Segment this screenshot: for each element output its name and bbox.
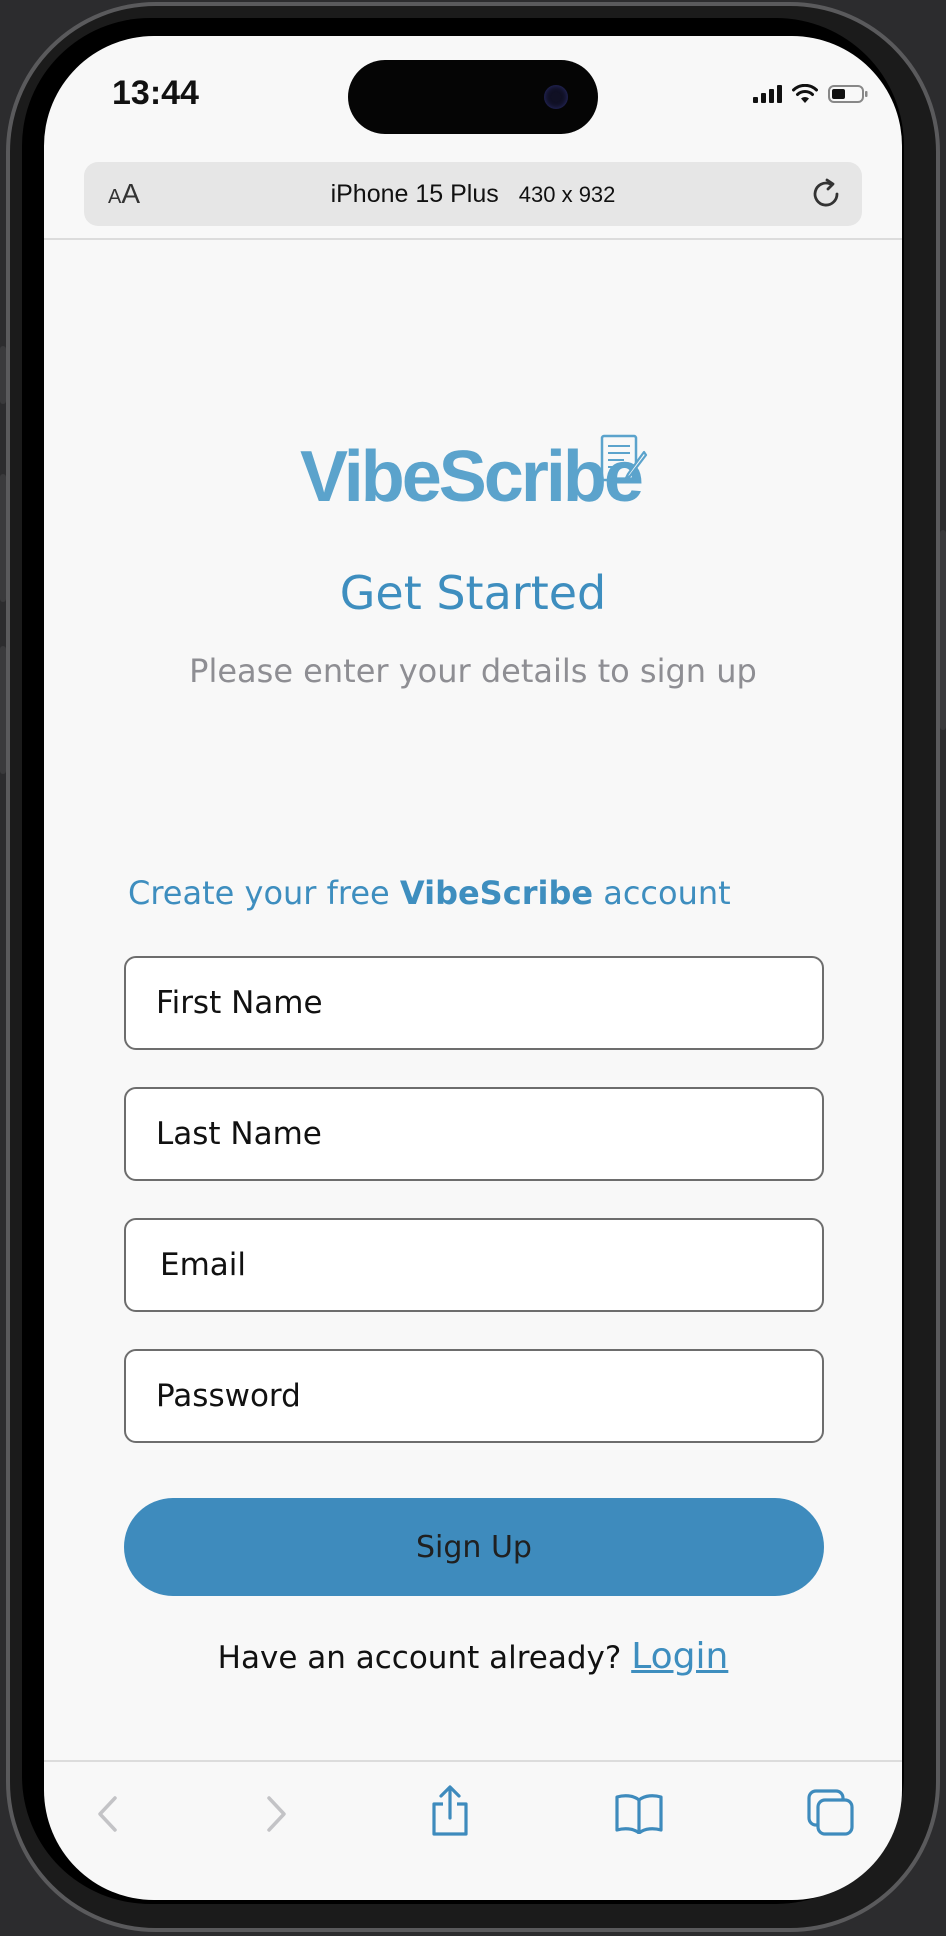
form-heading-brand: VibeScribe	[399, 874, 594, 912]
page-title: Get Started	[339, 566, 607, 620]
device-dimensions: 430 x 932	[518, 182, 616, 207]
volume-down-button	[0, 646, 6, 774]
cellular-signal-icon	[753, 85, 782, 103]
device-name: iPhone 15 Plus	[330, 180, 499, 208]
page-url-label: iPhone 15 Plus 430 x 932	[84, 180, 862, 209]
first-name-field[interactable]	[124, 956, 824, 1050]
screen: 13:44 AA iPhone 15 Plus 430 x 932 VibeSc…	[44, 36, 902, 1900]
email-field[interactable]	[124, 1218, 824, 1312]
battery-icon	[828, 85, 868, 103]
share-icon[interactable]	[428, 1784, 472, 1838]
status-icons	[753, 84, 868, 104]
toolbar-divider	[44, 1760, 902, 1762]
bookmarks-icon[interactable]	[614, 1790, 664, 1834]
password-field[interactable]	[124, 1349, 824, 1443]
login-prompt: Have an account already? Login	[217, 1636, 729, 1677]
address-bar-divider	[44, 238, 902, 240]
login-link[interactable]: Login	[631, 1636, 728, 1677]
brand-logo: VibeScribe	[300, 437, 644, 517]
dynamic-island	[348, 60, 598, 134]
forward-icon[interactable]	[256, 1792, 296, 1836]
reload-icon[interactable]	[808, 176, 844, 212]
form-heading: Create your free VibeScribe account	[128, 874, 731, 912]
sign-up-button[interactable]: Sign Up	[124, 1498, 824, 1596]
power-button	[940, 530, 946, 730]
volume-up-button	[0, 474, 6, 602]
document-pencil-icon	[600, 434, 648, 482]
page-subtitle: Please enter your details to sign up	[189, 652, 757, 690]
front-camera-icon	[544, 85, 568, 109]
last-name-field[interactable]	[124, 1087, 824, 1181]
back-icon[interactable]	[88, 1792, 128, 1836]
tabs-icon[interactable]	[806, 1788, 856, 1838]
action-button	[0, 346, 6, 404]
status-time: 13:44	[112, 74, 199, 112]
wifi-icon	[792, 84, 818, 103]
address-bar[interactable]: AA iPhone 15 Plus 430 x 932	[84, 162, 862, 226]
